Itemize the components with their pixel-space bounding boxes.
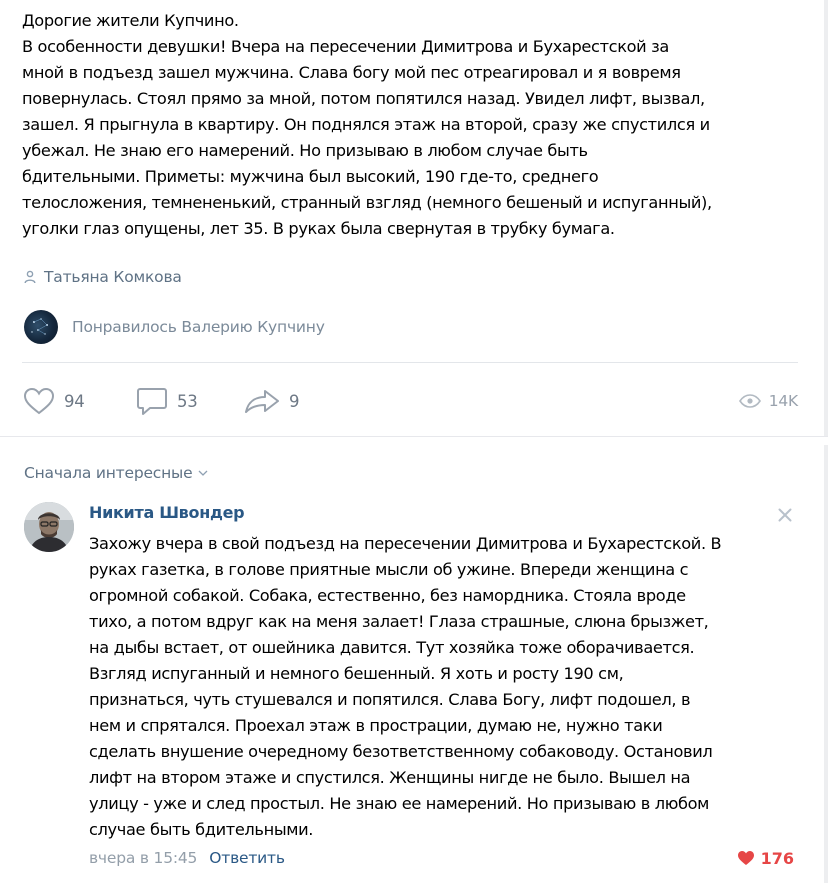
comment-text-line: руках газетка, в голове приятные мысли о… [89,560,689,579]
sort-label[interactable]: Сначала интересные [24,464,193,482]
post-text-line: убежал. Не знаю его намерений. Но призыв… [22,141,588,160]
like-count: 94 [64,391,85,411]
comment-text-line: Взгляд испуганный и немного бешенный. Я … [89,664,624,683]
avatar-image [31,318,48,335]
comment-count: 53 [177,391,198,411]
comment-text-line: тихо, а потом вдруг как на меня залает! … [89,612,709,631]
post-text-line: бдительными. Приметы: мужчина был высоки… [22,167,599,186]
post-text-line: мной в подъезд зашел мужчина. Слава богу… [22,63,681,82]
comment-button[interactable]: 53 [135,384,198,418]
post-author[interactable]: Татьяна Комкова [24,266,182,288]
post-text-line: зашел. Я прыгнула в квартиру. Он поднялс… [22,115,710,134]
comment-text-line: улицу - уже и след простыл. Не знаю ее н… [89,794,710,813]
close-button[interactable] [775,505,795,525]
comment-text-line: случае быть бдительными. [89,820,314,839]
liked-by[interactable]: Понравилось Валерию Купчину [24,310,325,344]
chevron-down-icon [198,470,208,476]
share-arrow-icon [245,390,279,413]
comment-author-name[interactable]: Никита Швондер [89,503,245,522]
comments-sort[interactable]: Сначала интересные [24,461,208,485]
post-text-line: Дорогие жители Купчино. [22,11,239,30]
views-count: 14K [768,392,798,410]
post-card: Дорогие жители Купчино. В особенности де… [0,0,828,883]
comment-text: Захожу вчера в свой подъезд на пересечен… [89,531,809,843]
comment-meta: вчера в 15:45 Ответить [89,847,285,869]
post-text-line: В особенности девушки! Вчера на пересече… [22,37,669,56]
section-divider [0,436,828,445]
comment-text-line: на дыбы встает, от ошейника давится. Тут… [89,638,695,657]
share-count: 9 [289,391,300,411]
comment-text-line: сделать внушение очередному безответстве… [89,742,713,761]
person-icon [24,270,36,284]
comment-like-count: 176 [760,848,794,868]
post-text-line: телосложения, темнененький, странный взг… [22,193,712,212]
comment-like-button[interactable]: 176 [737,847,794,869]
post-text-line: уголки глаз опущены, лет 35. В руках был… [22,219,615,238]
comment-text-line: Захожу вчера в свой подъезд на пересечен… [89,534,722,553]
post-text-line: повернулась. Стоял прямо за мной, потом … [22,89,705,108]
heart-icon [23,387,55,415]
avatar[interactable] [24,310,58,344]
eye-icon [738,394,761,408]
avatar[interactable] [24,502,74,552]
post-author-name[interactable]: Татьяна Комкова [44,268,182,286]
avatar-image [24,502,74,552]
divider [22,362,798,363]
comment-icon [137,388,167,415]
liked-by-text: Понравилось Валерию Купчину [72,318,325,336]
comment-text-line: огромной собакой. Собака, естественно, б… [89,586,686,605]
like-button[interactable]: 94 [22,384,85,418]
comment-text-line: лифт на втором этаже и спустился. Женщин… [89,768,691,787]
views-counter: 14K [738,384,798,418]
comment-text-line: нем и спрятался. Проехал этаж в прострац… [89,716,663,735]
post-actions: 94 53 9 14K [22,384,798,418]
reply-button[interactable]: Ответить [209,849,285,867]
comment-text-line: признаться, чуть стушевался и попятился.… [89,690,691,709]
heart-icon [737,851,754,865]
share-button[interactable]: 9 [243,384,300,418]
post-text: Дорогие жители Купчино. В особенности де… [22,8,812,242]
close-icon [778,508,792,522]
comment-date[interactable]: вчера в 15:45 [89,849,197,867]
